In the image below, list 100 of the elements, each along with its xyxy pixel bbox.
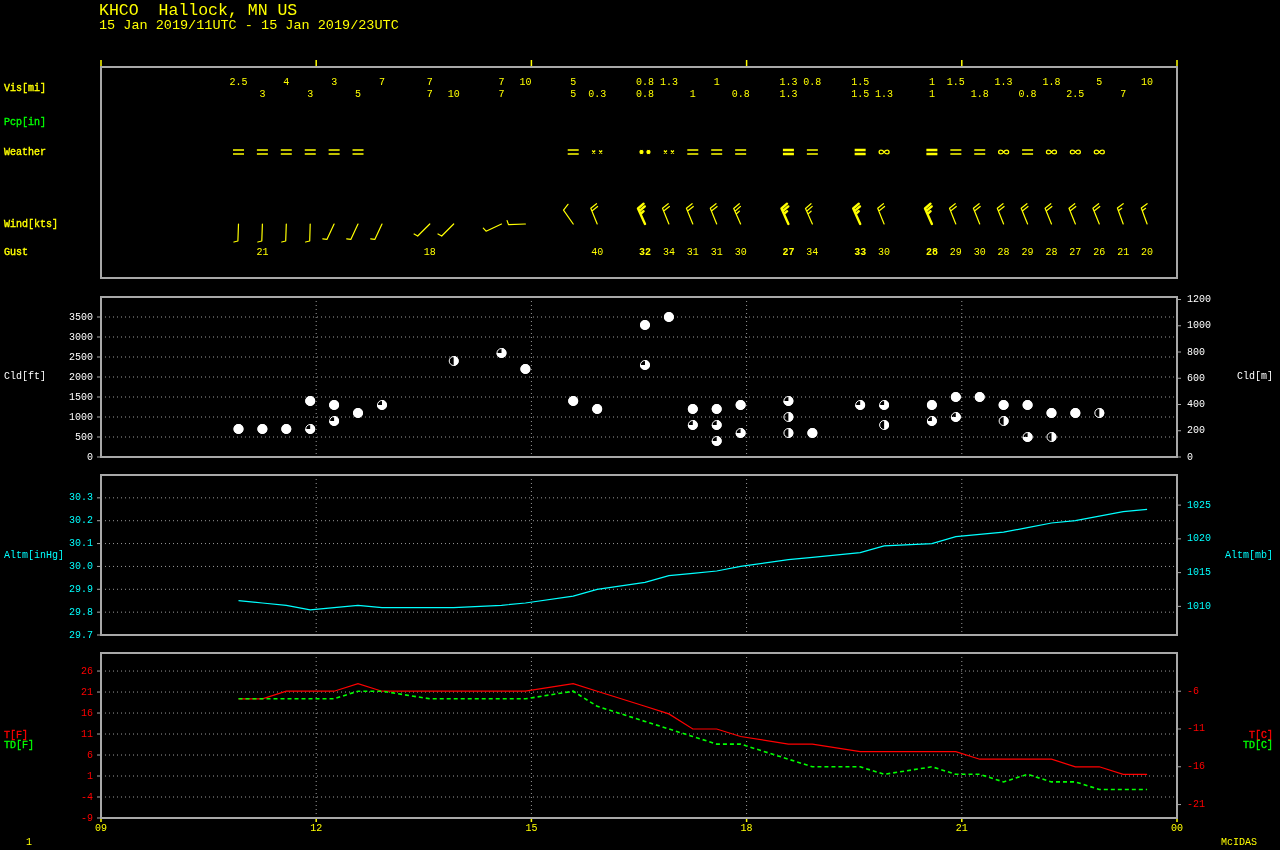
visibility-value: 0.8 (635, 76, 654, 88)
axis-tick-label: 1200 (1187, 294, 1211, 305)
axis-tick-label: -16 (1187, 761, 1205, 773)
row-label: Vis[mi] (4, 82, 46, 94)
visibility-value: 1.3 (659, 76, 678, 88)
sky-cover-marker (639, 360, 650, 370)
visibility-value: 5 (570, 88, 577, 100)
visibility-value: 2.5 (1066, 88, 1085, 100)
sky-cover-marker (305, 424, 316, 434)
mist-icon (806, 149, 819, 155)
visibility-value: 7 (498, 88, 505, 100)
axis-tick-label: 400 (1187, 399, 1205, 410)
gust-value: 28 (925, 246, 938, 258)
haze-icon (1093, 149, 1105, 155)
mist-icon (734, 149, 747, 155)
row-label: Pcp[in] (4, 116, 46, 128)
station-id: KHCO (99, 3, 139, 19)
visibility-value: 10 (519, 76, 532, 88)
visibility-value: 7 (378, 76, 385, 88)
axis-tick-label: 0 (1187, 451, 1193, 462)
mist-icon (1021, 149, 1034, 155)
visibility-value: 0.8 (1018, 88, 1037, 100)
visibility-value: 7 (498, 76, 505, 88)
gust-value: 28 (1045, 246, 1058, 258)
snow-icon (591, 149, 603, 155)
sky-cover-marker (687, 420, 698, 430)
axis-title: Altm[mb] (1225, 549, 1273, 561)
axis-tick-label: 600 (1187, 372, 1205, 384)
axis-tick-label: -4 (81, 791, 93, 803)
visibility-value: 1.3 (779, 88, 798, 100)
axis-title: TD[C] (1243, 739, 1273, 751)
axis-tick-label: 26 (81, 665, 93, 677)
axis-tick-label: 21 (955, 822, 968, 834)
visibility-value: 5 (355, 88, 362, 100)
visibility-value: 7 (1120, 88, 1127, 100)
visibility-value: 0.3 (588, 88, 607, 100)
sky-cover-marker (257, 424, 268, 434)
page-number: 1 (26, 836, 32, 850)
snow-icon (638, 149, 652, 155)
visibility-value: 10 (447, 88, 460, 100)
sky-cover-marker (879, 400, 890, 410)
axis-tick-label: 30.3 (69, 492, 93, 504)
haze-icon (878, 149, 890, 155)
axis-title: T[C] (1249, 729, 1273, 741)
axis-title: TD[F] (4, 739, 34, 751)
mist-icon (256, 149, 269, 155)
gust-value: 31 (686, 246, 699, 258)
haze-icon (1069, 149, 1081, 155)
visibility-value: 1 (689, 88, 696, 100)
sky-cover-marker (950, 412, 961, 422)
gust-value: 30 (878, 246, 891, 258)
mist-icon (973, 149, 986, 155)
sky-cover-marker (687, 404, 698, 414)
axis-tick-label: 1500 (69, 391, 93, 403)
visibility-value: 1.5 (851, 76, 870, 88)
sky-cover-marker (1046, 432, 1057, 442)
gust-value: 27 (1069, 246, 1082, 258)
visibility-value: 1.8 (1042, 76, 1061, 88)
mist-icon (949, 149, 962, 155)
mist-icon (232, 149, 245, 155)
gust-value: 33 (854, 246, 867, 258)
axis-tick-label: 11 (81, 728, 93, 740)
axis-tick-label: 3000 (69, 331, 93, 343)
sky-cover-marker (305, 396, 316, 406)
axis-tick-label: 1 (87, 770, 93, 782)
time-range: 15 Jan 2019/11UTC - 15 Jan 2019/23UTC (99, 18, 399, 33)
axis-tick-label: 16 (81, 707, 93, 719)
mist-icon (328, 149, 341, 155)
gust-value: 29 (1021, 246, 1034, 258)
axis-tick-label: 12 (310, 822, 323, 834)
axis-tick-label: 30.1 (69, 538, 93, 550)
axis-tick-label: 09 (95, 822, 107, 834)
axis-tick-label: 30.2 (69, 515, 93, 527)
mist-icon (351, 149, 365, 155)
axis-title: T[F] (4, 729, 28, 741)
sky-cover-marker (711, 436, 722, 446)
sky-cover-marker (1022, 400, 1033, 410)
sky-cover-marker (950, 392, 961, 402)
mist-icon (304, 149, 317, 155)
axis-tick-label: 1000 (1187, 320, 1211, 332)
snow-icon (663, 149, 675, 155)
axis-tick-label: 500 (75, 431, 93, 443)
visibility-value: 1 (928, 76, 935, 88)
sky-cover-marker (329, 416, 340, 426)
visibility-value: 3 (259, 88, 266, 100)
gust-value: 30 (973, 246, 986, 258)
visibility-value: 2.5 (229, 76, 248, 88)
axis-tick-label: 800 (1187, 346, 1205, 358)
gust-value: 29 (949, 246, 962, 258)
sky-cover-marker (353, 408, 363, 418)
sky-cover-marker (1094, 408, 1105, 418)
sky-cover-marker (926, 400, 937, 410)
gust-value: 21 (1117, 246, 1130, 258)
gust-value: 21 (256, 246, 269, 258)
axis-title: Cld[m] (1237, 370, 1273, 382)
axis-tick-label: 1015 (1187, 567, 1211, 579)
mist-icon (280, 149, 293, 155)
visibility-value: 1.5 (851, 88, 870, 100)
axis-tick-label: 0 (87, 451, 93, 462)
visibility-value: 1 (928, 88, 935, 100)
